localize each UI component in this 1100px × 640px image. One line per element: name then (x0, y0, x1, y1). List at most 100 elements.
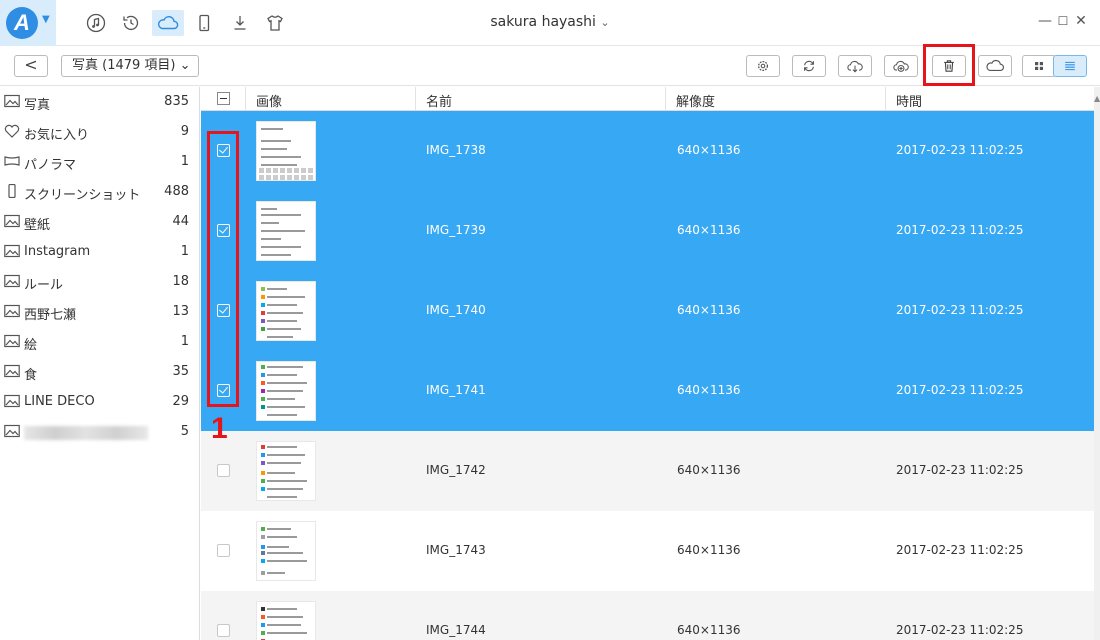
thumbnail-line (267, 366, 303, 368)
table-row[interactable]: IMG_1744 640×1136 2017-02-23 11:02:25 (201, 591, 1094, 640)
photo-thumbnail[interactable] (256, 281, 316, 341)
back-button[interactable]: < (14, 55, 48, 77)
sidebar-item[interactable]: 5 (0, 417, 199, 447)
sidebar-item[interactable]: 食 35 (0, 357, 199, 387)
phone-icon (4, 183, 20, 199)
sidebar-item-count: 5 (180, 424, 189, 439)
panorama-icon (4, 154, 20, 168)
sidebar-item-count: 1 (180, 334, 189, 349)
thumbnail-app-icon (261, 405, 265, 409)
maximize-button[interactable]: ☐ (1053, 10, 1073, 32)
table-row[interactable]: IMG_1743 640×1136 2017-02-23 11:02:25 (201, 511, 1094, 591)
photo-icon (4, 394, 20, 408)
account-switcher[interactable]: sakura hayashi ⌄ (0, 14, 1100, 30)
thumbnail-app-icon (261, 535, 265, 539)
photo-thumbnail[interactable] (256, 201, 316, 261)
thumbnail-line (267, 608, 297, 610)
row-checkbox[interactable] (217, 624, 230, 637)
photo-thumbnail[interactable] (256, 441, 316, 501)
resolution: 640×1136 (677, 463, 741, 477)
thumbnail-app-icon (261, 445, 265, 449)
sidebar-item[interactable]: 写真 835 (0, 87, 199, 117)
photo-thumbnail[interactable] (256, 521, 316, 581)
thumbnail-app-icon (261, 479, 265, 483)
photo-thumbnail[interactable] (256, 121, 316, 181)
column-header-time[interactable]: 時間 (896, 91, 922, 110)
sidebar-item[interactable]: 西野七瀬 13 (0, 297, 199, 327)
column-header-resolution[interactable]: 解像度 (676, 91, 715, 110)
column-header-image[interactable]: 画像 (256, 91, 282, 110)
thumbnail-key (273, 168, 278, 173)
table-row[interactable]: IMG_1742 640×1136 2017-02-23 11:02:25 (201, 431, 1094, 511)
upload-button[interactable] (884, 55, 918, 77)
thumbnail-key (273, 175, 278, 180)
sidebar-item[interactable]: 壁紙 44 (0, 207, 199, 237)
thumbnail-key (259, 168, 264, 173)
sidebar-item[interactable]: スクリーンショット 488 (0, 177, 199, 207)
thumbnail-app-icon (261, 559, 265, 563)
minimize-button[interactable]: — (1035, 10, 1055, 32)
grid-view-button[interactable] (1022, 55, 1056, 77)
thumbnail-line (267, 616, 303, 618)
sidebar-item[interactable]: お気に入り 9 (0, 117, 199, 147)
sidebar-item[interactable]: パノラマ 1 (0, 147, 199, 177)
timestamp: 2017-02-23 11:02:25 (896, 223, 1024, 237)
thumbnail-line (261, 156, 301, 158)
thumbnail-key (280, 175, 285, 180)
sidebar-item[interactable]: LINE DECO 29 (0, 387, 199, 417)
photo-thumbnail[interactable] (256, 361, 316, 421)
thumbnail-app-icon (261, 311, 265, 315)
column-divider (885, 87, 886, 111)
thumbnail-line (267, 624, 301, 626)
table-row[interactable]: IMG_1739 640×1136 2017-02-23 11:02:25 (201, 191, 1094, 271)
thumbnail-key (287, 168, 292, 173)
thumbnail-app-icon (261, 551, 265, 555)
sidebar-item[interactable]: ルール 18 (0, 267, 199, 297)
photo-icon (4, 274, 20, 288)
row-checkbox[interactable] (217, 544, 230, 557)
table-row[interactable]: IMG_1740 640×1136 2017-02-23 11:02:25 (201, 271, 1094, 351)
thumbnail-app-icon (261, 389, 265, 393)
download-to-pc-button[interactable] (838, 55, 872, 77)
table-row[interactable]: IMG_1738 640×1136 2017-02-23 11:02:25 (201, 111, 1094, 191)
vertical-scrollbar[interactable] (1094, 87, 1100, 640)
thumbnail-key (280, 168, 285, 173)
close-button[interactable]: ✕ (1071, 10, 1091, 32)
thumbnail-app-icon (261, 327, 265, 331)
photo-icon (4, 364, 20, 378)
photo-icon (4, 214, 20, 228)
column-header-name[interactable]: 名前 (426, 91, 452, 110)
anytrans-window: A ▼ sakura hayashi ⌄ — ☐ ✕ < 写真 (1479 項目… (0, 0, 1100, 640)
thumbnail-line (261, 254, 291, 256)
thumbnail-app-icon (261, 397, 265, 401)
thumbnail-line (267, 414, 297, 416)
photo-thumbnail[interactable] (256, 601, 316, 640)
thumbnail-line (267, 288, 287, 290)
thumbnail-line (261, 148, 287, 150)
select-all-checkbox[interactable] (217, 92, 230, 105)
list-view-button[interactable] (1053, 55, 1087, 77)
sidebar-item-count: 488 (164, 184, 189, 199)
table-row[interactable]: IMG_1741 640×1136 2017-02-23 11:02:25 (201, 351, 1094, 431)
thumbnail-line (267, 528, 291, 530)
scroll-up-arrow-icon[interactable]: ▲ (1094, 94, 1100, 103)
timestamp: 2017-02-23 11:02:25 (896, 303, 1024, 317)
row-checkbox[interactable] (217, 464, 230, 477)
sidebar-item[interactable]: Instagram 1 (0, 237, 199, 267)
file-name: IMG_1742 (426, 463, 486, 477)
thumbnail-app-icon (261, 373, 265, 377)
thumbnail-app-icon (261, 461, 265, 465)
sidebar-item[interactable]: 絵1 (0, 327, 199, 357)
file-name: IMG_1743 (426, 543, 486, 557)
settings-button[interactable] (746, 55, 780, 77)
sidebar-item-count: 13 (172, 304, 189, 319)
refresh-icon (804, 60, 814, 72)
album-dropdown[interactable]: 写真 (1479 項目) ⌄ (61, 55, 199, 77)
thumbnail-app-icon (261, 471, 265, 475)
thumbnail-line (267, 552, 303, 554)
thumbnail-line (261, 238, 281, 240)
refresh-button[interactable] (792, 55, 826, 77)
sidebar-item-count: 9 (180, 124, 189, 139)
thumbnail-line (267, 472, 295, 474)
icloud-sync-button[interactable] (978, 55, 1012, 77)
